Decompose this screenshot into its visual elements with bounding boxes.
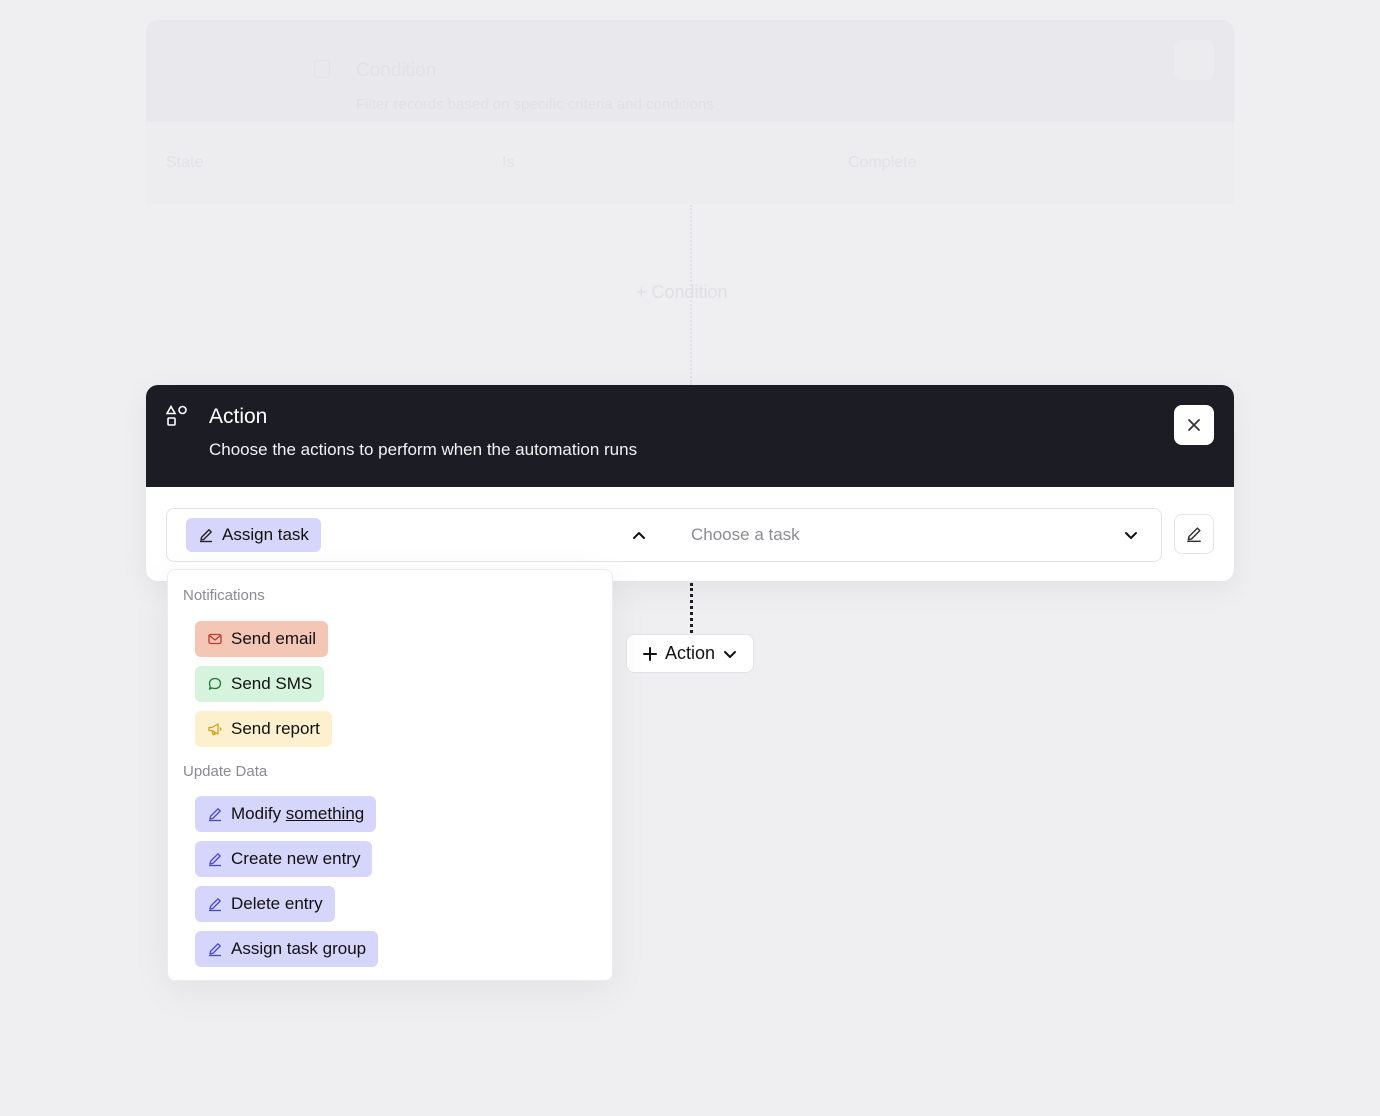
chevron-up-icon[interactable] — [629, 525, 649, 545]
action-select[interactable]: Assign task Choose a task — [166, 508, 1162, 562]
close-icon — [1188, 419, 1200, 431]
menu-item-send-report[interactable]: Send report — [195, 711, 332, 747]
action-subtitle: Choose the actions to perform when the a… — [209, 440, 638, 459]
menu-item-label: Send SMS — [231, 674, 313, 693]
shapes-icon — [166, 405, 187, 426]
condition-card-background: Condition Filter records based on specif… — [146, 20, 1234, 122]
action-dropdown-menu: Notifications Send email Send SMS Send r… — [167, 569, 613, 981]
pencil-icon — [209, 853, 221, 867]
condition-row-background: State Is Complete — [146, 122, 1234, 204]
pencil-icon — [209, 943, 221, 957]
menu-item-label: Assign task group — [231, 939, 367, 958]
condition-subtitle: Filter records based on specific criteri… — [356, 96, 714, 113]
group-label-notifications: Notifications — [183, 587, 265, 604]
menu-item-label: Modify something — [231, 804, 364, 824]
add-condition-label: + Condition — [636, 282, 728, 302]
plus-icon — [642, 646, 657, 661]
condition-field: State — [166, 154, 204, 171]
action-title: Action — [209, 405, 268, 428]
menu-item-assign-task-group[interactable]: Assign task group — [195, 931, 379, 967]
condition-operator: Is — [502, 154, 515, 171]
chevron-down-icon — [724, 650, 737, 658]
assign-task-label: Assign task — [222, 525, 309, 544]
menu-item-modify-something[interactable]: Modify something — [195, 796, 377, 832]
menu-item-send-sms[interactable]: Send SMS — [195, 666, 325, 702]
add-action-button[interactable]: Action — [626, 634, 754, 673]
action-connector — [690, 583, 693, 633]
filter-icon — [314, 60, 330, 78]
mail-icon — [208, 633, 222, 645]
menu-item-label-underlined: something — [285, 804, 365, 823]
action-header: Action Choose the actions to perform whe… — [146, 385, 1234, 487]
assign-task-chip[interactable]: Assign task — [186, 518, 321, 552]
condition-title: Condition — [356, 60, 437, 81]
close-button[interactable] — [1174, 405, 1214, 445]
menu-item-label: Delete entry — [231, 894, 323, 913]
task-select-placeholder[interactable]: Choose a task — [691, 525, 800, 545]
edit-button[interactable] — [1174, 514, 1214, 554]
megaphone-icon — [208, 723, 222, 736]
menu-item-label: Send report — [231, 719, 320, 738]
menu-item-label: Send email — [231, 629, 317, 648]
add-action-label: Action — [664, 643, 716, 663]
menu-item-label-prefix: Modify — [231, 804, 286, 823]
pencil-icon — [209, 808, 221, 822]
pencil-icon — [200, 529, 212, 543]
menu-item-label: Create new entry — [231, 849, 361, 868]
pencil-icon — [209, 898, 221, 912]
menu-item-send-email[interactable]: Send email — [195, 621, 329, 657]
group-label-update-data: Update Data — [183, 763, 268, 780]
condition-value: Complete — [848, 154, 917, 171]
menu-item-delete-entry[interactable]: Delete entry — [195, 886, 335, 922]
chat-bubble-icon — [208, 677, 222, 690]
condition-close-button — [1174, 40, 1214, 80]
chevron-down-icon[interactable] — [1121, 525, 1141, 545]
pencil-icon — [1187, 527, 1201, 543]
menu-item-create-new-entry[interactable]: Create new entry — [195, 841, 373, 877]
action-card: Action Choose the actions to perform whe… — [146, 385, 1234, 581]
